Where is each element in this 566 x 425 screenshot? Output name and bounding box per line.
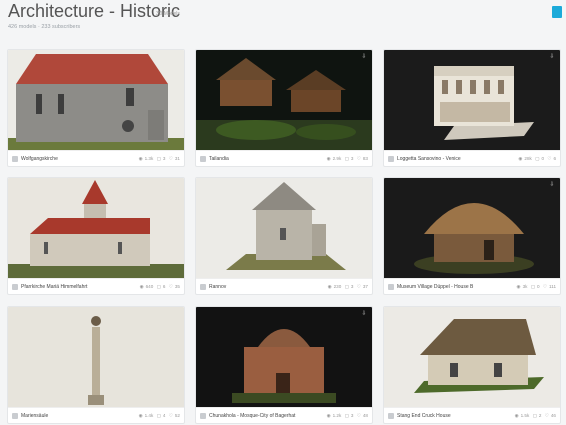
model-name[interactable]: Tailandia — [209, 156, 319, 162]
model-stats: ◉ 640 ▢ 6 ♡ 35 — [139, 284, 180, 289]
eye-icon: ◉ — [327, 284, 332, 289]
model-card[interactable]: ⇩ Tailandia ◉ 2.9k ▢ 3 ♡ 83 — [195, 49, 373, 167]
heart-icon[interactable]: ♡ — [357, 284, 361, 289]
comment-icon: ▢ — [535, 156, 540, 161]
heart-icon[interactable]: ♡ — [543, 284, 547, 289]
heart-icon[interactable]: ♡ — [169, 284, 173, 289]
model-name[interactable]: Chunakhola - Mosque-City of Bagerhat — [209, 413, 319, 419]
heart-icon[interactable]: ♡ — [357, 413, 361, 418]
model-name[interactable]: Pfarrkirche Mariä Himmelfahrt — [21, 284, 131, 290]
author-avatar[interactable] — [200, 413, 206, 419]
download-icon[interactable]: ⇩ — [548, 181, 556, 189]
card-meta: Mariensäule ◉ 1.4k ▢ 4 ♡ 52 — [8, 407, 184, 423]
comment-icon: ▢ — [156, 284, 161, 289]
eye-icon: ◉ — [138, 156, 143, 161]
model-name[interactable]: Stang End Cruck House — [397, 413, 507, 419]
model-card[interactable]: Wolfgangskirche ◉ 1.3k ▢ 3 ♡ 31 — [7, 49, 185, 167]
card-meta: Stang End Cruck House ◉ 1.5k ▢ 2 ♡ 46 — [384, 407, 560, 423]
author-avatar[interactable] — [12, 284, 18, 290]
model-name[interactable]: Wolfgangskirche — [21, 156, 131, 162]
model-thumbnail[interactable] — [196, 50, 372, 150]
eye-icon: ◉ — [514, 413, 519, 418]
model-thumbnail[interactable] — [384, 50, 560, 150]
model-thumbnail[interactable] — [384, 307, 560, 407]
heart-icon[interactable]: ♡ — [357, 156, 361, 161]
author-avatar[interactable] — [200, 156, 206, 162]
model-name[interactable]: Loggetta Sansovino - Venice — [397, 156, 507, 162]
comment-icon: ▢ — [532, 413, 537, 418]
model-thumbnail[interactable] — [8, 307, 184, 407]
model-stats: ◉ 2.9k ▢ 3 ♡ 83 — [326, 156, 368, 161]
follow-button[interactable] — [552, 6, 562, 18]
model-card[interactable]: Pfarrkirche Mariä Himmelfahrt ◉ 640 ▢ 6 ♡ 3… — [7, 177, 185, 295]
model-thumbnail[interactable] — [196, 178, 372, 278]
model-name[interactable]: Museum Village Düppel - House B — [397, 284, 507, 290]
model-thumbnail[interactable] — [8, 178, 184, 278]
card-meta: Museum Village Düppel - House B ◉ 3k ▢ 0 ♡… — [384, 278, 560, 294]
comment-icon: ▢ — [156, 413, 161, 418]
model-name[interactable]: Rannov — [209, 284, 319, 290]
model-stats: ◉ 230 ▢ 3 ♡ 37 — [327, 284, 368, 289]
model-thumbnail[interactable] — [384, 178, 560, 278]
heart-icon[interactable]: ♡ — [169, 413, 173, 418]
download-icon[interactable]: ⇩ — [548, 53, 556, 61]
heart-icon[interactable]: ♡ — [169, 156, 173, 161]
model-card[interactable]: ⇩ Chunakhola - Mosque-City of Bagerhat ◉… — [195, 306, 373, 424]
author-avatar[interactable] — [200, 284, 206, 290]
author-avatar[interactable] — [12, 413, 18, 419]
title-tag: 3D Models — [156, 11, 180, 17]
card-meta: Loggetta Sansovino - Venice ◉ 28k ▢ 0 ♡ 6 — [384, 150, 560, 166]
comment-icon: ▢ — [530, 284, 536, 289]
model-thumbnail[interactable] — [8, 50, 184, 150]
model-stats: ◉ 1.5k ▢ 2 ♡ 46 — [514, 413, 556, 418]
collection-stats: 426 models · 233 subscribers — [8, 24, 81, 30]
comment-icon: ▢ — [344, 284, 349, 289]
model-name[interactable]: Mariensäule — [21, 413, 131, 419]
heart-icon[interactable]: ♡ — [547, 156, 551, 161]
author-avatar[interactable] — [388, 284, 394, 290]
comment-icon: ▢ — [156, 156, 161, 161]
model-stats: ◉ 1.4k ▢ 4 ♡ 52 — [138, 413, 180, 418]
card-meta: Chunakhola - Mosque-City of Bagerhat ◉ 1.… — [196, 407, 372, 423]
model-card[interactable]: ⇩ Loggetta Sansovino - Venice ◉ 28k ▢ 0 ♡ 6 — [383, 49, 561, 167]
model-card[interactable]: Stang End Cruck House ◉ 1.5k ▢ 2 ♡ 46 — [383, 306, 561, 424]
model-card[interactable]: ⇩ Museum Village Düppel - House B ◉ 3k ▢ 0… — [383, 177, 561, 295]
model-card[interactable]: Rannov ◉ 230 ▢ 3 ♡ 37 — [195, 177, 373, 295]
eye-icon: ◉ — [139, 284, 144, 289]
card-meta: Tailandia ◉ 2.9k ▢ 3 ♡ 83 — [196, 150, 372, 166]
author-avatar[interactable] — [12, 156, 18, 162]
model-stats: ◉ 28k ▢ 0 ♡ 6 — [518, 156, 556, 161]
download-icon[interactable]: ⇩ — [360, 310, 368, 318]
page-title: Architecture - Historic — [8, 1, 181, 21]
model-thumbnail[interactable] — [196, 307, 372, 407]
eye-icon: ◉ — [326, 413, 331, 418]
comment-icon: ▢ — [344, 156, 349, 161]
heart-icon[interactable]: ♡ — [545, 413, 549, 418]
eye-icon: ◉ — [518, 156, 523, 161]
comment-icon: ▢ — [344, 413, 349, 418]
model-card[interactable]: Mariensäule ◉ 1.4k ▢ 4 ♡ 52 — [7, 306, 185, 424]
collection-header: Architecture - Historic 3D Models 426 mo… — [0, 0, 566, 40]
eye-icon: ◉ — [138, 413, 143, 418]
author-avatar[interactable] — [388, 413, 394, 419]
eye-icon: ◉ — [516, 284, 521, 289]
model-stats: ◉ 1.3k ▢ 3 ♡ 31 — [138, 156, 180, 161]
eye-icon: ◉ — [326, 156, 331, 161]
card-meta: Rannov ◉ 230 ▢ 3 ♡ 37 — [196, 278, 372, 294]
card-meta: Wolfgangskirche ◉ 1.3k ▢ 3 ♡ 31 — [8, 150, 184, 166]
author-avatar[interactable] — [388, 156, 394, 162]
model-stats: ◉ 1.2k ▢ 3 ♡ 48 — [326, 413, 368, 418]
model-stats: ◉ 3k ▢ 0 ♡ 111 — [516, 284, 556, 289]
download-icon[interactable]: ⇩ — [360, 53, 368, 61]
card-meta: Pfarrkirche Mariä Himmelfahrt ◉ 640 ▢ 6 ♡ 3… — [8, 278, 184, 294]
